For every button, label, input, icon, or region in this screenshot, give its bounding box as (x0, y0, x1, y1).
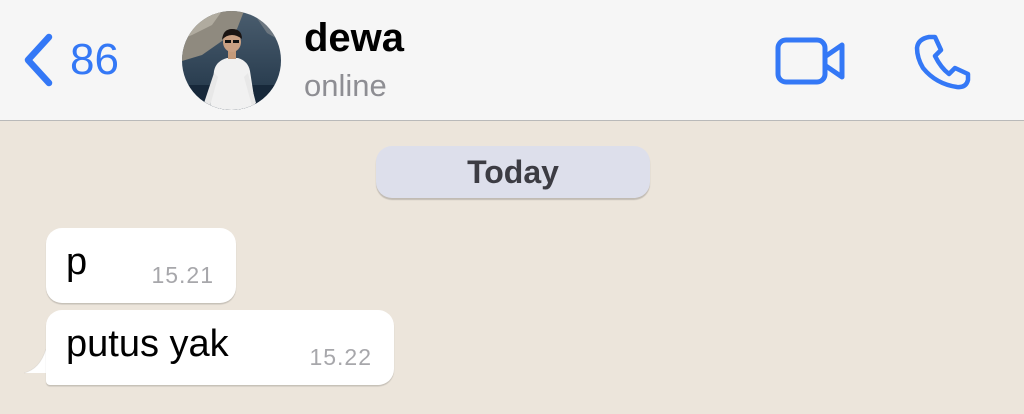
message-bubble[interactable]: p 15.21 (46, 228, 236, 303)
message-text: putus yak (66, 323, 229, 365)
message-time: 15.21 (151, 262, 214, 288)
phone-icon (914, 33, 972, 91)
message-text: p (66, 241, 88, 283)
message-time: 15.22 (309, 344, 372, 370)
unread-count: 86 (70, 35, 119, 84)
video-call-button[interactable] (775, 36, 847, 86)
contact-name[interactable]: dewa (304, 18, 404, 58)
voice-call-button[interactable] (914, 33, 972, 91)
contact-status: online (304, 68, 387, 103)
chat-header: 86 dewa online (0, 0, 1024, 121)
avatar[interactable] (182, 11, 281, 110)
back-button[interactable]: 86 (20, 28, 119, 92)
video-camera-icon (775, 36, 847, 86)
message-list[interactable]: Today p 15.21 putus yak 15.22 (0, 121, 1024, 414)
date-separator: Today (376, 146, 650, 198)
chevron-left-icon (20, 31, 56, 89)
message-bubble[interactable]: putus yak 15.22 (46, 310, 394, 385)
chat-screen: 86 dewa online Today p 15.21 putus yak 1… (0, 0, 1024, 414)
